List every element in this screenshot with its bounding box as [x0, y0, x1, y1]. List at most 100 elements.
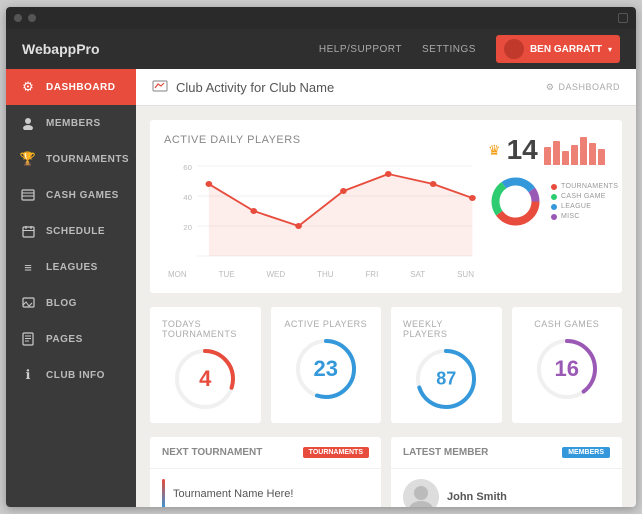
sidebar-item-blog[interactable]: BLOG: [6, 285, 136, 321]
legend-dot-tournaments: [551, 184, 557, 190]
sidebar-item-leagues[interactable]: ≡ LEAGUES: [6, 249, 136, 285]
tournament-badge: TOURNAMENTS: [303, 447, 369, 458]
breadcrumb-text: DASHBOARD: [558, 82, 620, 92]
stat-label-0: Todays Tournaments: [162, 319, 249, 339]
circle-value-3: 16: [555, 356, 579, 382]
sidebar-item-tournaments[interactable]: 🏆 TOURNAMENTS: [6, 141, 136, 177]
legend-label-tournaments: TOURNAMENTS: [561, 183, 618, 190]
circle-stat-2: 87: [414, 347, 478, 411]
sidebar-label-club-info: CLUB INFO: [46, 370, 105, 381]
line-chart: 60 40 20: [164, 156, 478, 266]
sidebar-item-pages[interactable]: PAGES: [6, 321, 136, 357]
bar-2: [553, 141, 560, 165]
help-support-link[interactable]: HELP/SUPPORT: [319, 44, 402, 55]
stats-row: Todays Tournaments 4 Active P: [150, 307, 622, 423]
stat-label-3: Cash Games: [534, 319, 599, 329]
title-bar: [6, 7, 636, 29]
blog-icon: [20, 295, 36, 311]
circle-stat-1: 23: [294, 337, 358, 401]
members-badge: MEMBERS: [562, 447, 610, 458]
legend-cash-game: CASH GAME: [551, 193, 618, 200]
title-bar-btn-2: [28, 14, 36, 22]
bottom-card-body-member: John Smith: [391, 469, 622, 507]
sidebar-item-club-info[interactable]: ℹ CLUB INFO: [6, 357, 136, 393]
day-label-sun: SUN: [457, 270, 474, 279]
app-window: WebappPro HELP/SUPPORT SETTINGS BEN GARR…: [6, 7, 636, 507]
bottom-card-member: Latest Member MEMBERS: [391, 437, 622, 507]
settings-link[interactable]: SETTINGS: [422, 44, 476, 55]
sidebar-item-members[interactable]: MEMBERS: [6, 105, 136, 141]
avatar: [504, 39, 524, 59]
day-label-thu: THU: [317, 270, 333, 279]
chart-icon: [152, 79, 168, 95]
title-bar-btn-1: [14, 14, 22, 22]
sidebar-label-blog: BLOG: [46, 298, 77, 309]
user-menu[interactable]: BEN GARRATT ▾: [496, 35, 620, 63]
member-name: John Smith: [447, 491, 507, 503]
sidebar-label-leagues: LEAGUES: [46, 262, 98, 273]
tournaments-icon: 🏆: [20, 151, 36, 167]
day-label-fri: FRI: [365, 270, 378, 279]
sidebar-label-tournaments: TOURNAMENTS: [46, 154, 129, 165]
bottom-card-title-tournament: Next Tournament: [162, 447, 262, 458]
sidebar-label-pages: PAGES: [46, 334, 83, 345]
circle-value-0: 4: [199, 366, 211, 392]
sidebar-item-cash-games[interactable]: CASH GAMES: [6, 177, 136, 213]
sidebar-label-cash-games: CASH GAMES: [46, 190, 119, 201]
big-number-row: ♛ 14: [488, 134, 608, 166]
donut-container: TOURNAMENTS CASH GAME LEAGUE: [488, 174, 608, 229]
sidebar-item-dashboard[interactable]: ⚙ DASHBOARD: [6, 69, 136, 105]
bottom-row: Next Tournament TOURNAMENTS Tournament N…: [150, 437, 622, 507]
colored-bar: [162, 479, 165, 507]
day-label-wed: WED: [266, 270, 285, 279]
bar-3: [562, 151, 569, 165]
chart-section: Active Daily Players 60: [150, 120, 622, 293]
member-avatar: [403, 479, 439, 507]
small-bar-chart: [544, 135, 605, 165]
donut-chart: [488, 174, 543, 229]
sidebar-label-members: MEMBERS: [46, 118, 101, 129]
title-bar-expand[interactable]: [618, 13, 628, 23]
user-name: BEN GARRATT: [530, 44, 602, 55]
line-chart-container: 60 40 20: [164, 156, 478, 266]
chart-title: Active Daily Players: [164, 134, 478, 146]
content-area: Club Activity for Club Name ⚙ DASHBOARD …: [136, 69, 636, 507]
content-header: Club Activity for Club Name ⚙ DASHBOARD: [136, 69, 636, 106]
main-layout: ⚙ DASHBOARD MEMBERS 🏆 TOURNAMENTS: [6, 69, 636, 507]
circle-stat-0: 4: [173, 347, 237, 411]
legend-dot-league: [551, 204, 557, 210]
stat-card-cash-games: Cash Games 16: [512, 307, 623, 423]
bar-6: [589, 143, 596, 165]
app-title: WebappPro: [22, 41, 319, 57]
legend-misc: MISC: [551, 213, 618, 220]
chart-left: Active Daily Players 60: [164, 134, 478, 279]
legend-label-cash-game: CASH GAME: [561, 193, 606, 200]
bar-1: [544, 147, 551, 165]
app-layout: WebappPro HELP/SUPPORT SETTINGS BEN GARR…: [6, 29, 636, 507]
nav-links: HELP/SUPPORT SETTINGS BEN GARRATT ▾: [319, 35, 620, 63]
circle-stat-3: 16: [535, 337, 599, 401]
sidebar-label-schedule: SCHEDULE: [46, 226, 105, 237]
stat-card-tournaments: Todays Tournaments 4: [150, 307, 261, 423]
legend-tournaments: TOURNAMENTS: [551, 183, 618, 190]
chart-labels: MON TUE WED THU FRI SAT SUN: [164, 270, 478, 279]
bar-4: [571, 145, 578, 165]
tournament-name: Tournament Name Here!: [173, 488, 293, 500]
stat-label-2: Weekly Players: [403, 319, 490, 339]
schedule-icon: [20, 223, 36, 239]
legend-dot-cash-game: [551, 194, 557, 200]
svg-text:60: 60: [183, 163, 192, 171]
bar-5: [580, 137, 587, 165]
circle-value-1: 23: [314, 356, 338, 382]
chevron-down-icon: ▾: [608, 45, 612, 54]
circle-value-2: 87: [436, 369, 456, 390]
stat-label-1: Active Players: [284, 319, 367, 329]
bar-7: [598, 149, 605, 165]
pages-icon: [20, 331, 36, 347]
bottom-card-body-tournament: Tournament Name Here!: [150, 469, 381, 507]
bottom-card-title-member: Latest Member: [403, 447, 488, 458]
sidebar-item-schedule[interactable]: SCHEDULE: [6, 213, 136, 249]
legend-dot-misc: [551, 214, 557, 220]
big-number: 14: [507, 134, 538, 166]
stat-card-weekly-players: Weekly Players 87: [391, 307, 502, 423]
